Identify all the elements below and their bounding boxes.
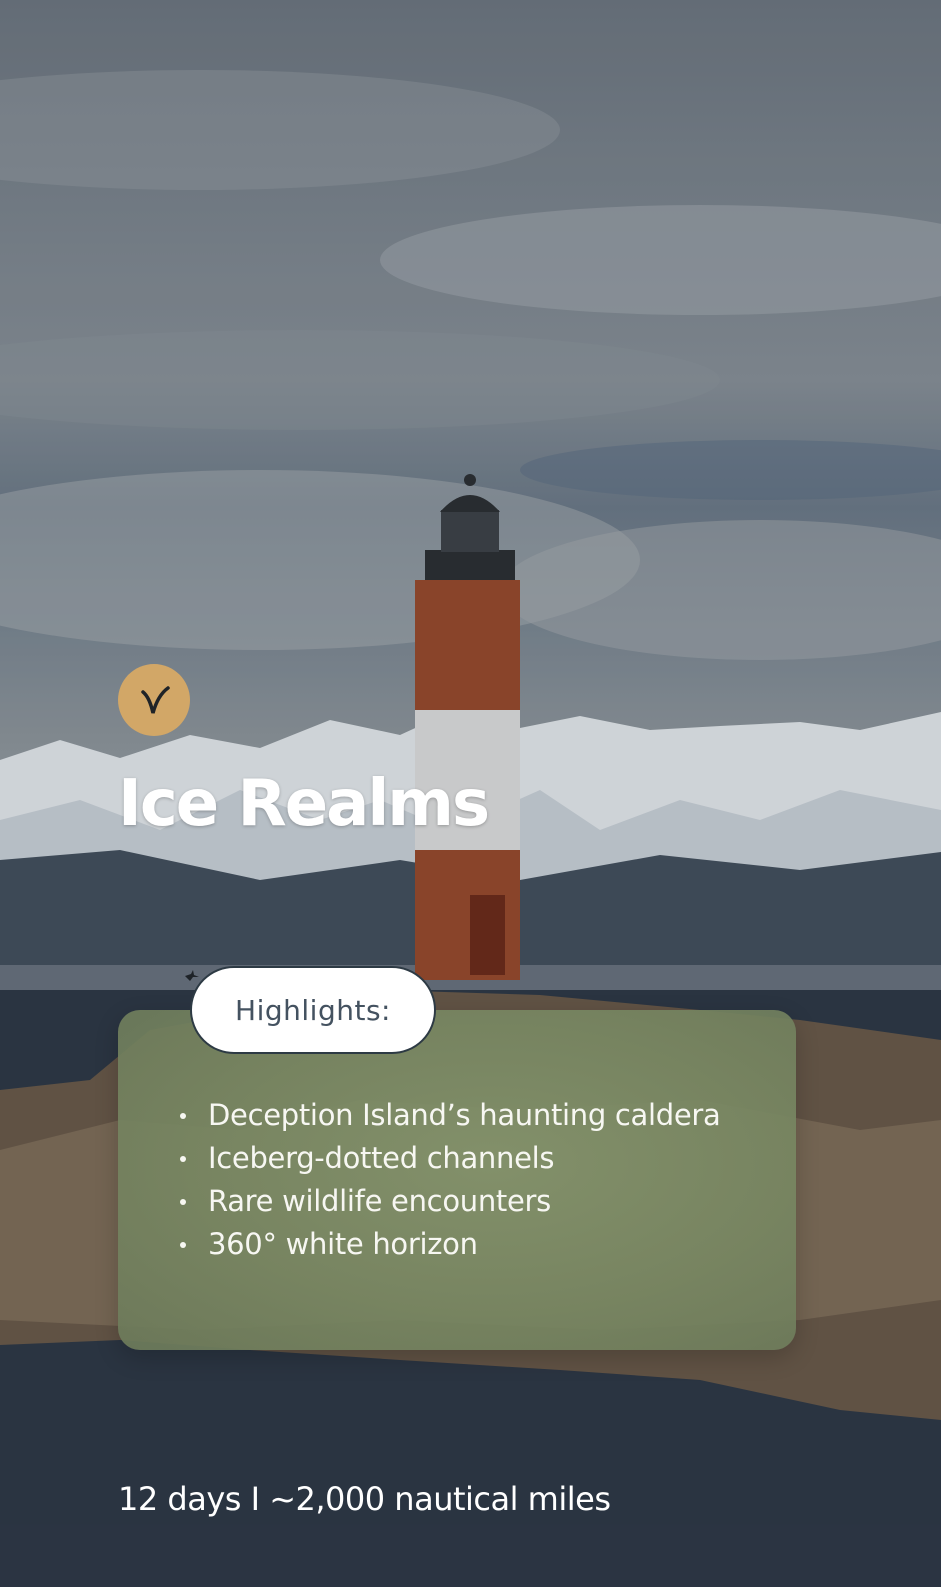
highlight-text: Deception Island’s haunting caldera [208,1098,721,1132]
bullet-icon [180,1156,186,1162]
highlight-text: Iceberg-dotted channels [208,1141,555,1175]
bird-icon [185,970,199,981]
list-item: Iceberg-dotted channels [180,1137,721,1180]
brand-v-icon [141,686,170,714]
hero-scene: Ice Realms Deception Island’s haunting c… [0,0,941,1587]
highlights-card: Deception Island’s haunting caldera Iceb… [118,1010,796,1350]
list-item: 360° white horizon [180,1223,721,1266]
list-item: Deception Island’s haunting caldera [180,1094,721,1137]
highlights-list: Deception Island’s haunting caldera Iceb… [180,1094,721,1266]
highlight-text: Rare wildlife encounters [208,1184,551,1218]
trip-summary: 12 days I ~2,000 nautical miles [118,1480,611,1518]
page-title: Ice Realms [118,767,490,841]
highlights-label-pill: Highlights: [190,966,436,1054]
bullet-icon [180,1113,186,1119]
bullet-icon [180,1199,186,1205]
bullet-icon [180,1242,186,1248]
highlights-label: Highlights: [235,993,391,1027]
highlight-text: 360° white horizon [208,1227,478,1261]
list-item: Rare wildlife encounters [180,1180,721,1223]
brand-logo [118,664,190,736]
